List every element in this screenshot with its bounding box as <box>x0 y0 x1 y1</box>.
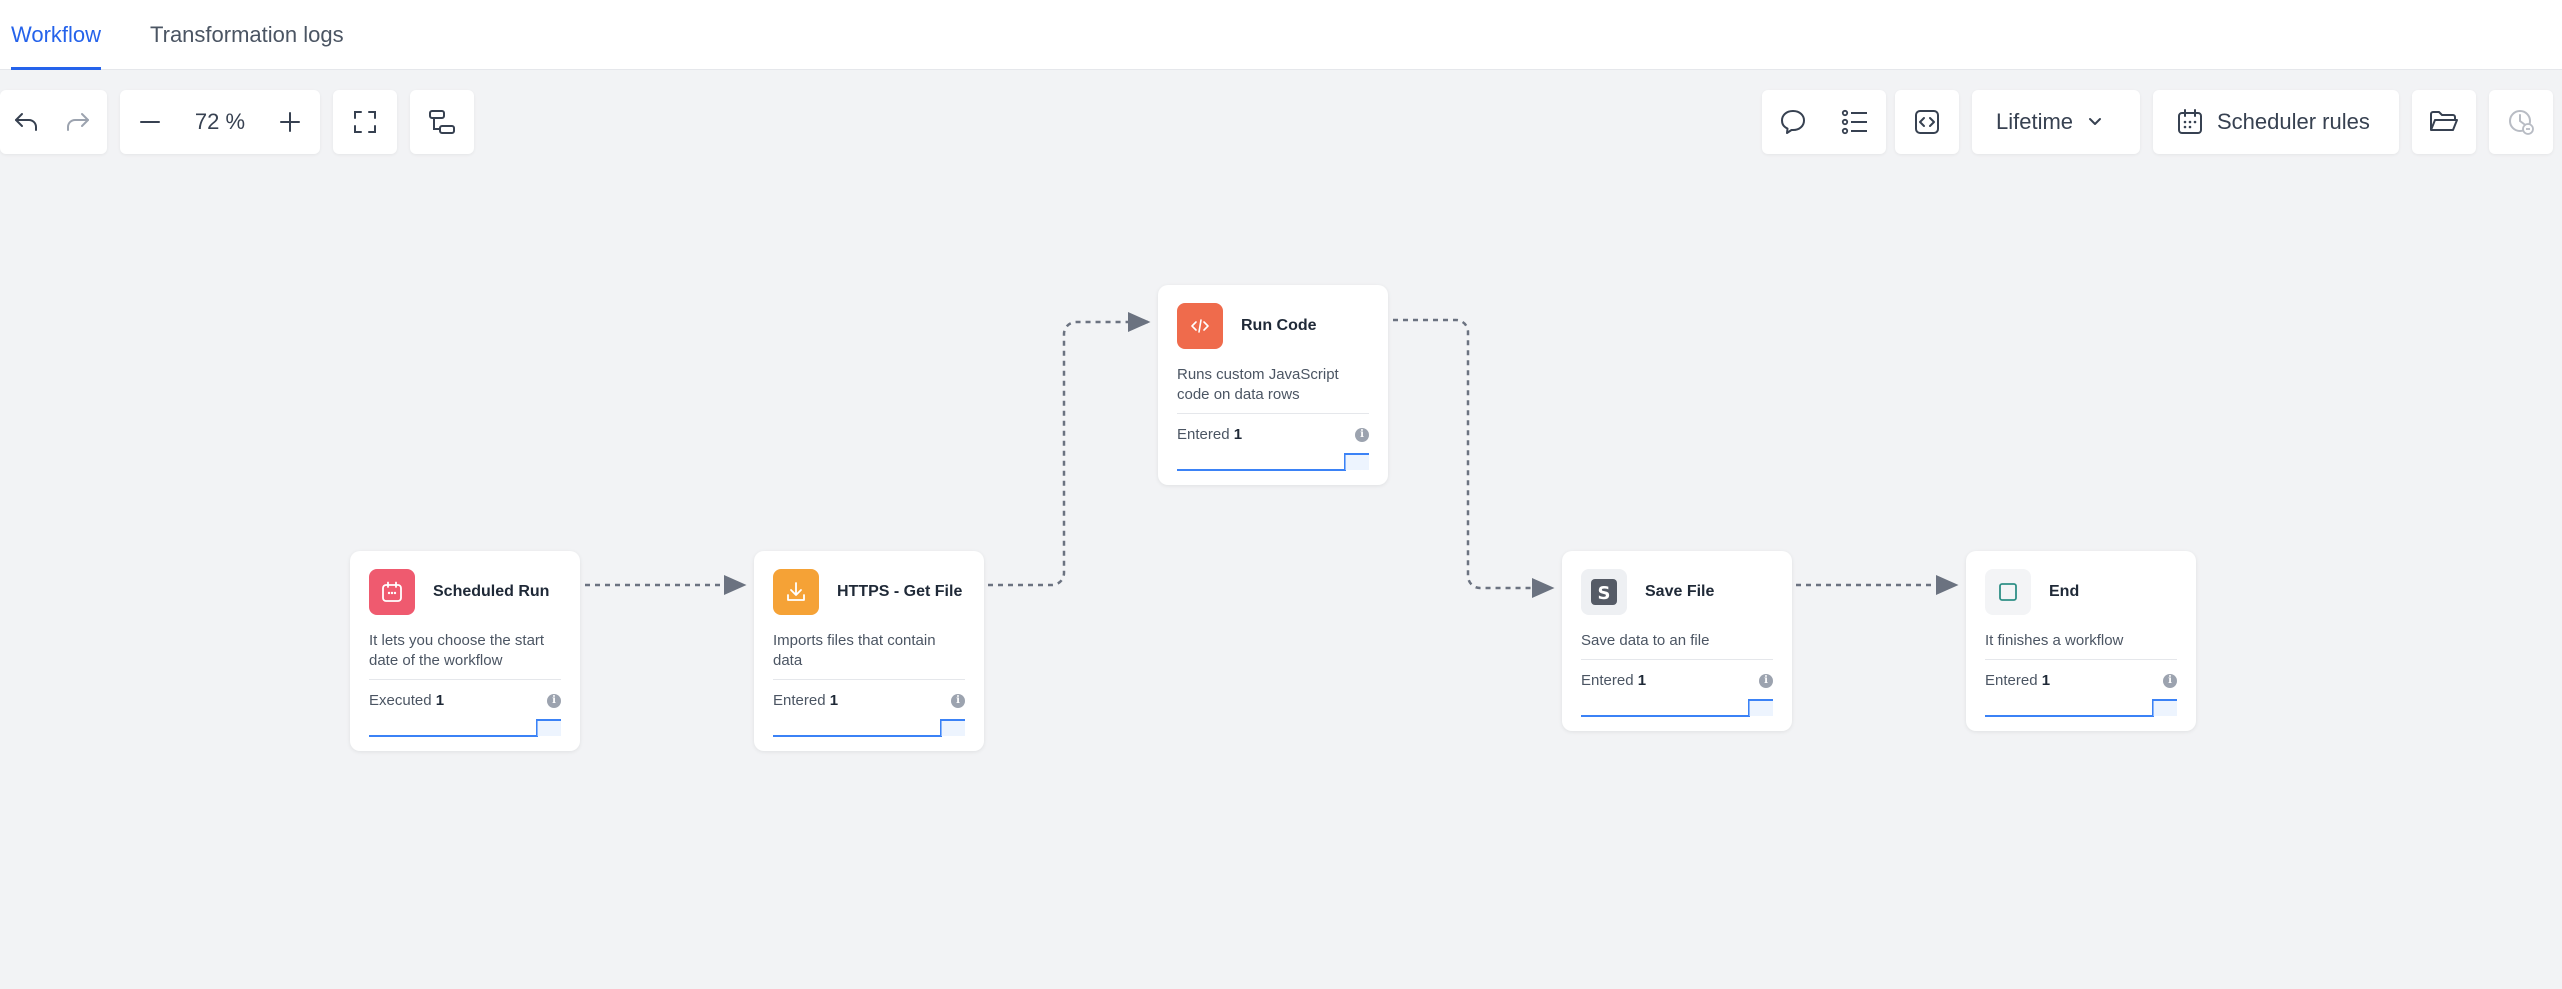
tab-workflow[interactable]: Workflow <box>11 0 102 70</box>
info-icon[interactable]: i <box>2163 673 2177 688</box>
node-end[interactable]: End It finishes a workflow Entered 1 i <box>1966 551 2196 731</box>
history-icon <box>2509 110 2534 135</box>
square-icon <box>1999 583 2017 601</box>
code-icon <box>1915 110 1939 134</box>
activity-sparkline <box>369 719 561 737</box>
lifetime-label: Lifetime <box>1996 109 2074 134</box>
zoom-toolbar: 72 % <box>120 90 320 154</box>
node-description: Save data to an file <box>1581 632 1710 649</box>
node-title: Scheduled Run <box>433 583 550 600</box>
scheduler-rules-button[interactable]: Scheduler rules <box>2153 90 2399 154</box>
folder-toolbar <box>2412 90 2476 154</box>
info-icon[interactable]: i <box>1759 673 1773 688</box>
tab-transformation-logs[interactable]: Transformation logs <box>150 0 344 70</box>
stat-value: 1 <box>435 692 445 709</box>
save-file-icon: S <box>1591 579 1617 605</box>
node-scheduled-run[interactable]: Scheduled Run It lets you choose the sta… <box>350 551 580 751</box>
annotation-toolbar <box>1762 90 1886 154</box>
stat-label: Entered <box>1581 672 1634 689</box>
history-button[interactable] <box>2489 90 2553 154</box>
history-toolbar-right <box>2489 90 2553 154</box>
node-stat: Entered 1 i <box>1177 426 1369 443</box>
redo-button[interactable] <box>52 90 104 154</box>
node-description: It finishes a workflow <box>1985 632 2124 649</box>
node-divider <box>1581 659 1773 660</box>
zoom-out-icon <box>140 121 160 123</box>
node-run-code[interactable]: Run Code Runs custom JavaScript code on … <box>1158 285 1388 485</box>
history-toolbar <box>0 90 107 154</box>
node-save-file[interactable]: S Save File Save data to an file Entered… <box>1562 551 1792 731</box>
zoom-level: 72 % <box>194 109 246 134</box>
https-node-icon <box>773 569 819 615</box>
stat-value: 1 <box>829 692 839 709</box>
chevron-down-icon <box>2089 118 2102 125</box>
node-title: Save File <box>1645 583 1715 600</box>
info-icon[interactable]: i <box>1355 427 1369 442</box>
stat-value: 1 <box>1233 426 1243 443</box>
code-icon <box>1191 319 1209 333</box>
code-view-button[interactable] <box>1895 90 1959 154</box>
undo-icon <box>15 113 37 131</box>
zoom-in-icon <box>280 112 300 132</box>
node-title: Run Code <box>1241 317 1317 334</box>
svg-text:S: S <box>1598 583 1611 604</box>
node-stat: Entered 1 i <box>773 692 965 709</box>
list-button[interactable] <box>1824 90 1886 154</box>
zoom-in-button[interactable] <box>260 90 320 154</box>
node-divider <box>773 679 965 680</box>
stat-value: 1 <box>2041 672 2051 689</box>
list-icon <box>1841 109 1867 135</box>
folder-open-icon <box>2430 111 2458 131</box>
stat-value: 1 <box>1637 672 1647 689</box>
zoom-out-button[interactable] <box>120 90 180 154</box>
undo-button[interactable] <box>0 90 52 154</box>
node-title: End <box>2049 583 2080 600</box>
code-toolbar <box>1895 90 1959 154</box>
node-https-get-file[interactable]: HTTPS - Get File Imports files that cont… <box>754 551 984 751</box>
fit-view-button[interactable] <box>333 90 397 154</box>
activity-sparkline <box>1985 699 2177 717</box>
fit-view-icon <box>354 111 376 133</box>
save-file-node-icon: S <box>1581 569 1627 615</box>
lifetime-dropdown[interactable]: Lifetime <box>1972 90 2140 154</box>
node-description: Runs custom JavaScript code on data rows <box>1177 366 1339 403</box>
node-description: It lets you choose the start date of the… <box>369 632 545 669</box>
connector-https-to-runcode <box>988 312 1151 587</box>
download-icon <box>787 582 805 601</box>
node-description: Imports files that contain data <box>773 632 936 669</box>
auto-layout-toolbar <box>410 90 474 154</box>
calendar-icon <box>382 581 402 602</box>
activity-sparkline <box>773 719 965 737</box>
comment-button[interactable] <box>1762 90 1824 154</box>
node-divider <box>1177 413 1369 414</box>
fit-view-toolbar <box>333 90 397 154</box>
activity-sparkline <box>1177 453 1369 471</box>
node-title: HTTPS - Get File <box>837 583 963 600</box>
stat-label: Entered <box>1177 426 1230 443</box>
activity-sparkline <box>1581 699 1773 717</box>
scheduled-run-node-icon <box>369 569 415 615</box>
stat-label: Entered <box>773 692 826 709</box>
info-icon[interactable]: i <box>547 693 561 708</box>
node-divider <box>369 679 561 680</box>
stat-label: Entered <box>1985 672 2038 689</box>
tab-bar: Workflow Transformation logs <box>0 0 2562 70</box>
node-stat: Entered 1 i <box>1581 672 1773 689</box>
scheduler-rules-label: Scheduler rules <box>2217 109 2370 134</box>
auto-layout-button[interactable] <box>410 90 474 154</box>
redo-icon <box>67 113 89 131</box>
auto-layout-icon <box>429 110 455 134</box>
open-folder-button[interactable] <box>2412 90 2476 154</box>
info-icon[interactable]: i <box>951 693 965 708</box>
end-node-icon <box>1985 569 2031 615</box>
node-divider <box>1985 659 2177 660</box>
node-stat: Entered 1 i <box>1985 672 2177 689</box>
calendar-icon <box>2178 109 2202 134</box>
connector-runcode-to-savefile <box>1393 318 1555 598</box>
comment-icon <box>1781 110 1805 134</box>
run-code-node-icon <box>1177 303 1223 349</box>
stat-label: Executed <box>369 692 432 709</box>
node-stat: Executed 1 i <box>369 692 561 709</box>
